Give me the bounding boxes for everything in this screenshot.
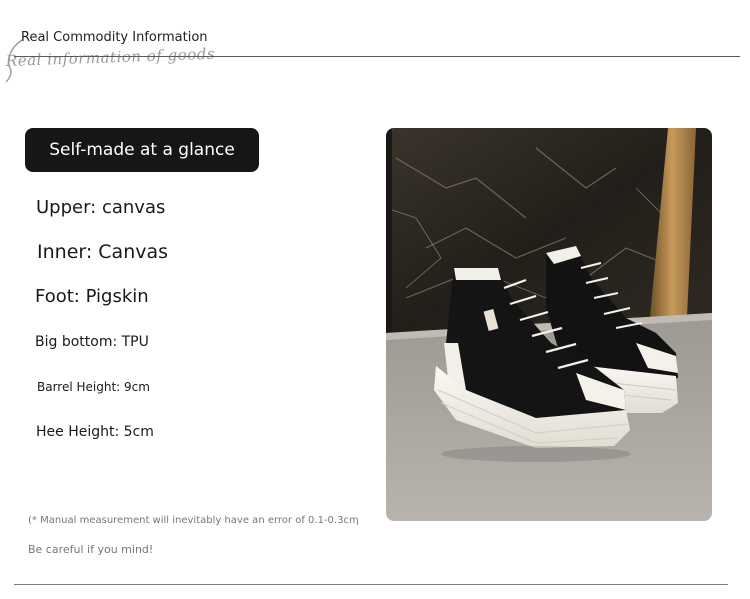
- self-made-badge: Self-made at a glance: [25, 128, 259, 172]
- header-divider: [14, 56, 740, 57]
- spec-big-bottom: Big bottom: TPU: [35, 334, 149, 350]
- spec-inner: Inner: Canvas: [37, 241, 169, 263]
- careful-note: Be careful if you mind!: [28, 543, 154, 556]
- spec-foot: Foot: Pigskin: [35, 286, 149, 307]
- sneaker-photo-icon: [386, 128, 712, 521]
- spec-heel-height: Hee Height: 5cm: [36, 424, 154, 440]
- header-title: Real Commodity Information: [21, 30, 208, 45]
- spec-upper: Upper: canvas: [36, 197, 166, 218]
- measurement-note: (* Manual measurement will inevitably ha…: [28, 515, 359, 526]
- measurement-note-comma: ,: [356, 516, 360, 527]
- product-photo: [386, 128, 712, 521]
- footer-divider: [14, 584, 728, 585]
- header-script-subtitle: Real information of goods: [5, 44, 216, 70]
- spec-barrel-height: Barrel Height: 9cm: [37, 380, 150, 394]
